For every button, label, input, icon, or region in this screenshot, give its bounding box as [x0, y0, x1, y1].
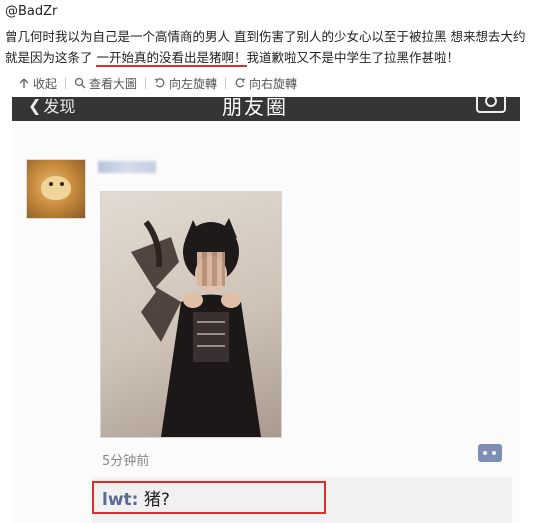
nickname-blurred: [98, 161, 156, 173]
collapse-button[interactable]: 收起: [5, 75, 65, 92]
view-large-label: 查看大圖: [89, 76, 138, 91]
post-text-highlight: 一开始真的没看出是猪啊！: [96, 50, 247, 67]
avatar-eye: [49, 182, 53, 186]
post-author[interactable]: @BadZr: [5, 4, 57, 19]
moment-card: 5分钟前 lwt: 猪?: [12, 121, 520, 523]
comment-dot: [483, 451, 487, 455]
avatar[interactable]: [26, 159, 86, 219]
embedded-screenshot[interactable]: ❮ 发现 朋友圈 5分钟前 lwt: 猪?: [12, 97, 520, 523]
post-text: 曾几何时我以为自己是一个高情商的男人 直到伤害了别人的少女心以至于被拉黑 想来想…: [5, 26, 527, 68]
chevron-left-icon: ❮: [28, 97, 42, 115]
moment-photo[interactable]: [100, 191, 282, 438]
comment-button[interactable]: [478, 444, 502, 462]
post-text-after: 我道歉啦又不是中学生了拉黑作甚啦！: [246, 50, 460, 65]
rotate-left-button[interactable]: 向左旋轉: [146, 75, 225, 92]
collapse-label: 收起: [33, 76, 58, 91]
post-time: 5分钟前: [102, 454, 150, 469]
moments-navbar: ❮ 发现 朋友圈: [12, 97, 520, 121]
image-toolbar: 收起 查看大圖 向左旋轉 向右旋轉: [5, 73, 305, 93]
face-mosaic: [197, 252, 225, 286]
rotate-left-label: 向左旋轉: [169, 76, 218, 91]
rotate-right-icon: [235, 78, 246, 88]
magnifier-icon: [74, 77, 86, 89]
rotate-left-icon: [154, 78, 165, 88]
comment-dot: [492, 451, 496, 455]
rotate-right-button[interactable]: 向右旋轉: [226, 75, 305, 92]
view-large-button[interactable]: 查看大圖: [66, 75, 145, 92]
nav-back-button[interactable]: ❮ 发现: [28, 97, 75, 117]
nav-title: 朋友圈: [222, 97, 288, 119]
avatar-eye: [60, 182, 64, 186]
avatar-dog-face: [41, 176, 71, 200]
collapse-icon: [19, 78, 29, 88]
red-highlight-box: [92, 481, 326, 514]
camera-icon[interactable]: [476, 97, 506, 113]
nav-back-label: 发现: [43, 97, 76, 116]
rotate-right-label: 向右旋轉: [249, 76, 298, 91]
photo-illustration: [131, 218, 261, 437]
